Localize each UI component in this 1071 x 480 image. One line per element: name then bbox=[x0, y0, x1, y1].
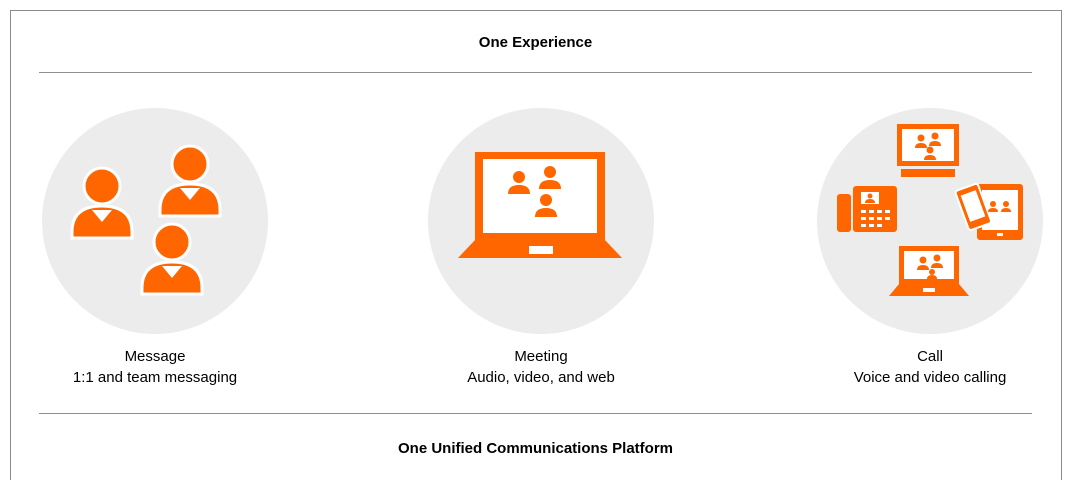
message-title: Message bbox=[124, 348, 186, 365]
call-title: Call bbox=[917, 348, 943, 365]
bottom-divider bbox=[39, 413, 1032, 414]
laptop-video-meeting-icon bbox=[458, 152, 622, 258]
meeting-circle bbox=[428, 108, 654, 334]
top-divider bbox=[39, 72, 1032, 73]
message-caption: Message 1:1 and team messaging bbox=[25, 346, 285, 388]
people-group-icon bbox=[70, 144, 222, 296]
top-heading: One Experience bbox=[478, 34, 593, 51]
message-description: 1:1 and team messaging bbox=[72, 369, 238, 386]
meeting-caption: Meeting Audio, video, and web bbox=[411, 346, 671, 388]
call-description: Voice and video calling bbox=[853, 369, 1007, 386]
bottom-heading: One Unified Communications Platform bbox=[397, 440, 674, 457]
meeting-title: Meeting bbox=[514, 348, 568, 365]
call-circle bbox=[817, 108, 1043, 334]
message-circle bbox=[42, 108, 268, 334]
call-caption: Call Voice and video calling bbox=[800, 346, 1060, 388]
meeting-description: Audio, video, and web bbox=[467, 369, 615, 386]
multi-device-calling-icon bbox=[837, 124, 1023, 296]
